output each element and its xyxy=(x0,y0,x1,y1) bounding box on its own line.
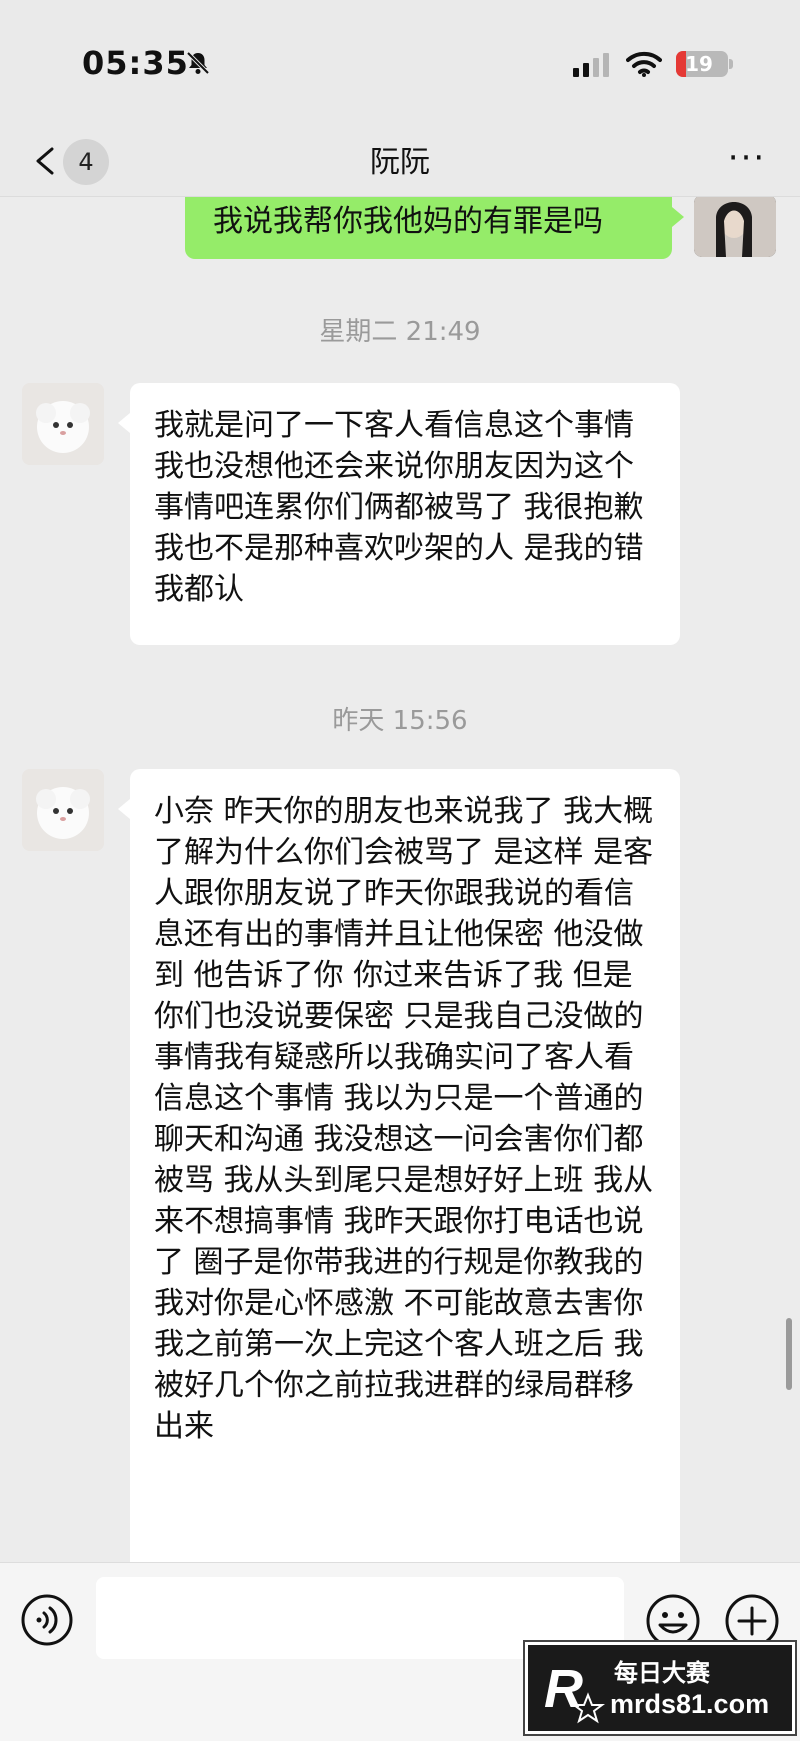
svg-text:R: R xyxy=(544,1659,583,1719)
back-button[interactable]: 4 xyxy=(28,135,118,187)
chat-title: 阮阮 xyxy=(370,145,430,180)
plus-icon[interactable] xyxy=(724,1593,780,1649)
more-options-button[interactable]: ··· xyxy=(722,141,772,179)
portrait-image xyxy=(694,197,776,257)
timestamp: 星期二 21:49 xyxy=(319,317,481,347)
message-list[interactable]: 我说我帮你我他妈的有罪是吗 星期二 21:49 我就是问了一下客人看信息这个事情… xyxy=(0,197,800,1562)
incoming-message[interactable]: 我就是问了一下客人看信息这个事情 我也没想他还会来说你朋友因为这个事情吧连累你们… xyxy=(118,383,680,645)
outgoing-message[interactable]: 我说我帮你我他妈的有罪是吗 xyxy=(185,197,684,259)
fluffy-pet-avatar-image xyxy=(22,769,104,851)
incoming-message[interactable]: 小奈 昨天你的朋友也来说我了 我大概了解为什么你们会被骂了 是这样 是客人跟你朋… xyxy=(118,769,680,1562)
fluffy-pet-avatar-image xyxy=(22,383,104,465)
scrollbar[interactable] xyxy=(786,1318,792,1390)
cellular-signal-icon xyxy=(573,53,609,77)
battery-tip xyxy=(729,59,733,69)
chevron-left-icon xyxy=(36,147,54,175)
voice-icon[interactable] xyxy=(20,1593,74,1647)
contact-avatar[interactable] xyxy=(22,383,104,465)
bell-slash-icon xyxy=(186,51,210,75)
contact-avatar[interactable] xyxy=(22,769,104,851)
status-bar: 05:35 19 xyxy=(0,0,800,125)
clock: 05:35 xyxy=(82,44,189,82)
watermark-logo-icon: R xyxy=(544,1659,605,1724)
smile-icon[interactable] xyxy=(645,1593,701,1649)
watermark-badge: R 每日大赛 mrds81.com xyxy=(523,1640,797,1736)
timestamp: 昨天 15:56 xyxy=(332,706,468,736)
self-avatar[interactable] xyxy=(694,197,776,257)
wifi-icon xyxy=(626,51,662,77)
watermark-title: 每日大赛 xyxy=(614,1659,710,1687)
unread-count-badge: 4 xyxy=(63,139,109,185)
battery-level: 19 xyxy=(685,52,713,76)
chat-header: 4 阮阮 ··· xyxy=(0,125,800,197)
battery-indicator: 19 xyxy=(676,51,728,77)
watermark-site: mrds81.com xyxy=(610,1689,770,1719)
